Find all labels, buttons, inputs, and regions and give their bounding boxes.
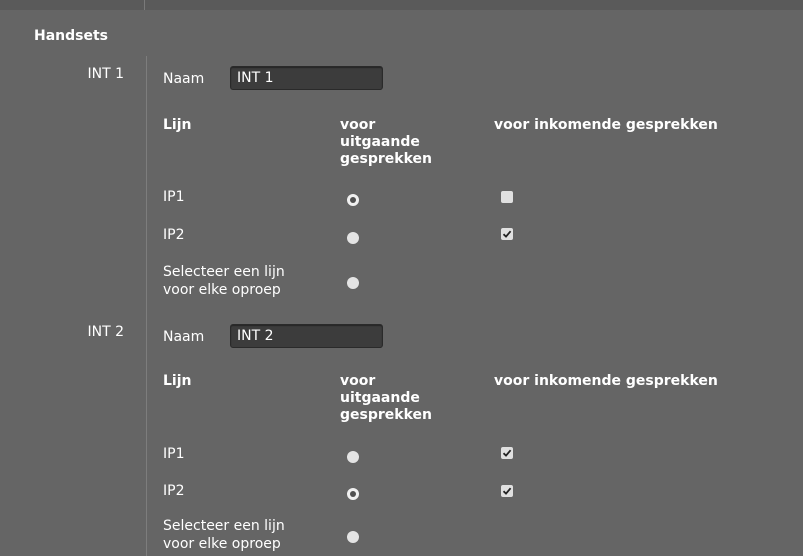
label-column-divider — [146, 56, 147, 556]
name-label-int1: Naam — [163, 71, 205, 87]
outgoing-radio-ip2-int1[interactable] — [347, 232, 359, 244]
line-label-any-line1: Selecteer een lijn — [163, 518, 285, 534]
column-header-outgoing-int1: voor uitgaande gesprekken — [340, 117, 432, 168]
outgoing-radio-any-int2[interactable] — [347, 531, 359, 543]
line-label-any-line2: voor elke oproep — [163, 282, 281, 298]
checkmark-icon — [502, 449, 512, 457]
line-label-any-int1: Selecteer een lijn voor elke oproep — [163, 263, 285, 299]
column-header-outgoing-line1: voor — [340, 373, 376, 389]
outgoing-radio-ip2-int2[interactable] — [347, 488, 359, 500]
top-bar — [0, 0, 803, 10]
line-label-ip2-int2: IP2 — [163, 483, 185, 499]
line-label-ip1-int1: IP1 — [163, 189, 185, 205]
incoming-checkbox-ip2-int2[interactable] — [501, 485, 513, 497]
incoming-checkbox-ip1-int1[interactable] — [501, 191, 513, 203]
checkmark-icon — [502, 230, 512, 238]
top-divider-tick — [144, 0, 145, 10]
incoming-checkbox-ip1-int2[interactable] — [501, 447, 513, 459]
column-header-outgoing-line2: uitgaande — [340, 390, 420, 406]
handset-label-int2: INT 2 — [87, 324, 124, 340]
handset-label-int1: INT 1 — [87, 66, 124, 82]
line-label-any-line1: Selecteer een lijn — [163, 264, 285, 280]
column-header-outgoing-int2: voor uitgaande gesprekken — [340, 373, 432, 424]
line-label-any-line2: voor elke oproep — [163, 536, 281, 552]
column-header-outgoing-line2: uitgaande — [340, 134, 420, 150]
outgoing-radio-ip1-int1[interactable] — [347, 194, 359, 206]
column-header-outgoing-line1: voor — [340, 117, 376, 133]
checkmark-icon — [502, 487, 512, 495]
column-header-incoming-int1: voor inkomende gesprekken — [494, 117, 718, 133]
column-header-outgoing-line3: gesprekken — [340, 151, 432, 167]
column-header-incoming-int2: voor inkomende gesprekken — [494, 373, 718, 389]
name-input-int2[interactable] — [230, 324, 383, 348]
name-label-int2: Naam — [163, 329, 205, 345]
outgoing-radio-ip1-int2[interactable] — [347, 451, 359, 463]
outgoing-radio-any-int1[interactable] — [347, 277, 359, 289]
column-header-outgoing-line3: gesprekken — [340, 407, 432, 423]
line-label-any-int2: Selecteer een lijn voor elke oproep — [163, 517, 285, 553]
section-title: Handsets — [34, 28, 109, 44]
line-label-ip1-int2: IP1 — [163, 446, 185, 462]
incoming-checkbox-ip2-int1[interactable] — [501, 228, 513, 240]
column-header-line-int1: Lijn — [163, 117, 192, 133]
name-input-int1[interactable] — [230, 66, 383, 90]
line-label-ip2-int1: IP2 — [163, 227, 185, 243]
column-header-line-int2: Lijn — [163, 373, 192, 389]
